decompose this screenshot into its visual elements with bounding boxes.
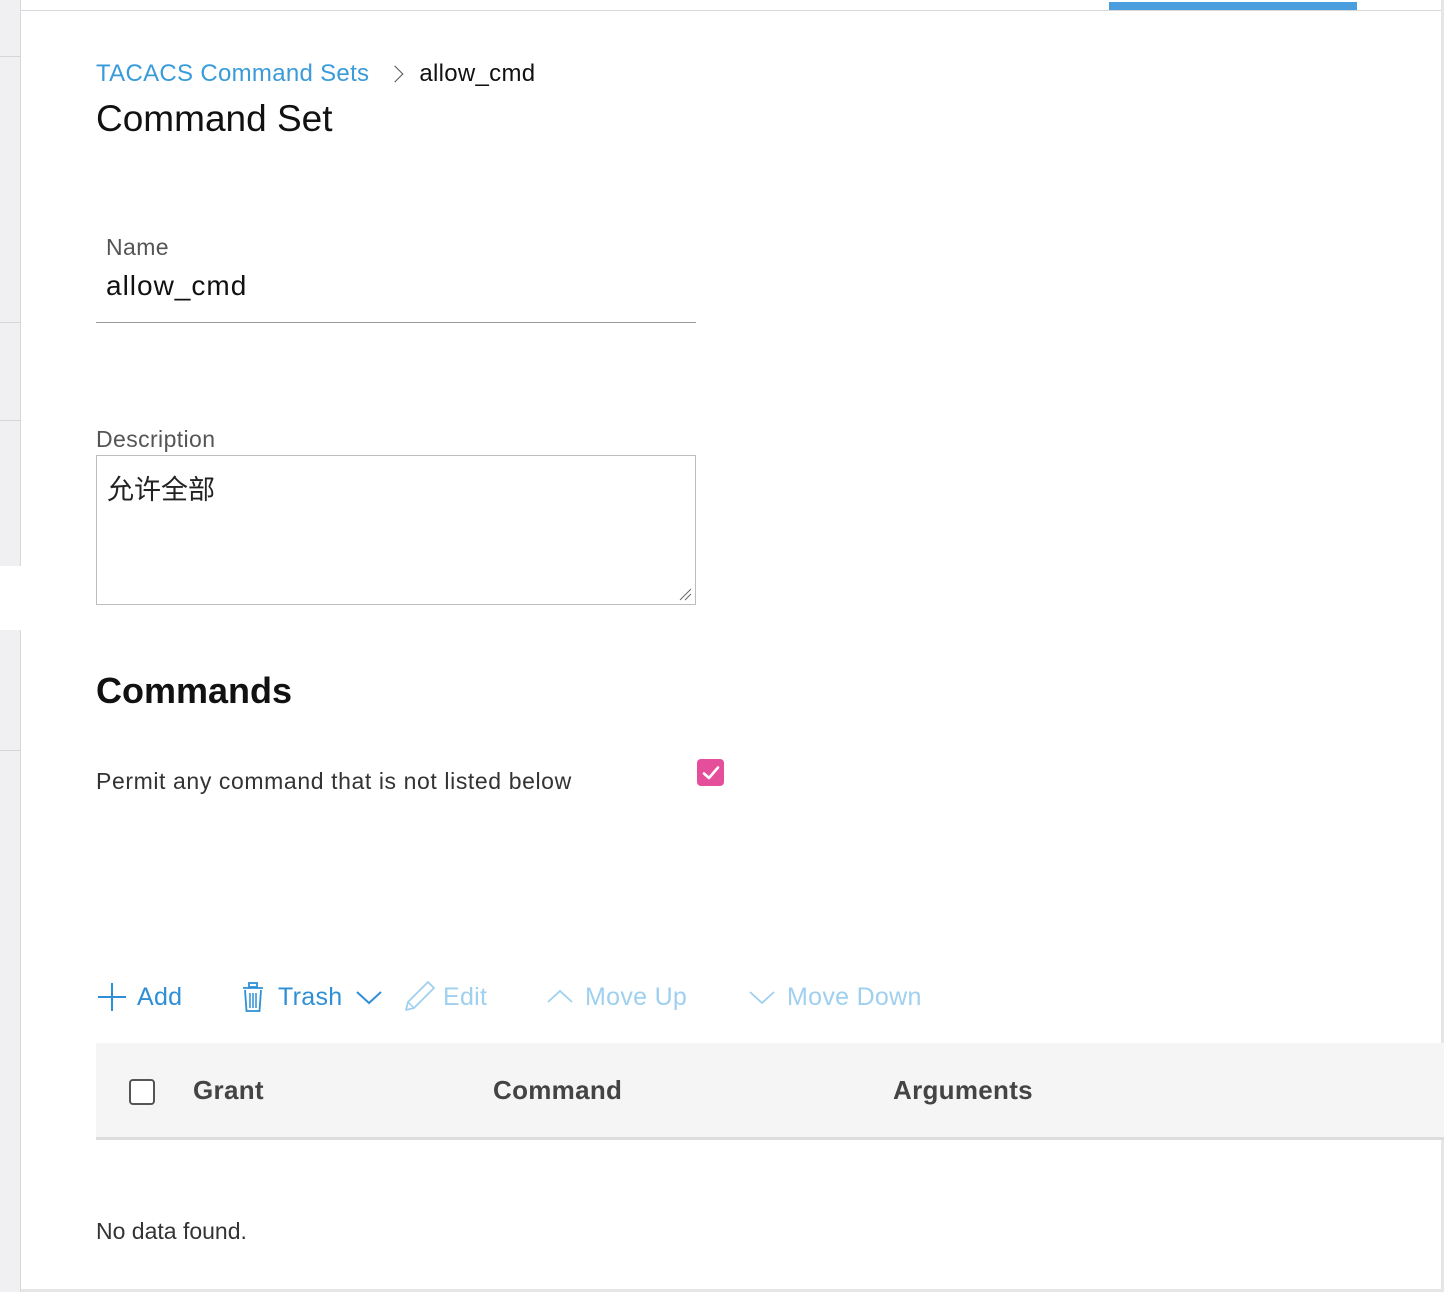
column-header-command[interactable]: Command: [493, 1075, 622, 1106]
rail-divider: [0, 420, 21, 421]
description-label: Description: [96, 426, 216, 452]
name-label: Name: [106, 234, 169, 260]
name-field: Name: [96, 234, 696, 323]
active-tab-indicator[interactable]: [1109, 2, 1357, 10]
chevron-down-icon: [749, 991, 775, 1005]
select-all-checkbox[interactable]: [129, 1079, 155, 1105]
rail-divider: [0, 322, 21, 323]
table-header: Grant Command Arguments: [96, 1043, 1444, 1140]
chevron-down-icon[interactable]: [355, 989, 383, 1005]
left-rail: [0, 0, 21, 1292]
commands-toolbar: Add Trash Edit Move Up Move Down: [96, 975, 996, 1019]
chevron-up-icon: [547, 989, 573, 1003]
breadcrumb-current: allow_cmd: [419, 60, 536, 87]
trash-label: Trash: [278, 982, 343, 1011]
trash-icon: [243, 982, 263, 1012]
move-down-label: Move Down: [787, 982, 922, 1011]
description-text: 允许全部: [107, 475, 215, 506]
permit-any-label: Permit any command that is not listed be…: [96, 768, 572, 794]
edit-button[interactable]: Edit: [402, 975, 487, 1019]
description-textarea[interactable]: 允许全部: [96, 455, 696, 605]
empty-table-message: No data found.: [96, 1218, 247, 1244]
move-up-label: Move Up: [585, 982, 688, 1011]
trash-button[interactable]: Trash: [242, 975, 383, 1019]
column-header-arguments[interactable]: Arguments: [893, 1075, 1033, 1106]
pencil-icon: [405, 981, 435, 1011]
rail-active-item[interactable]: [0, 566, 21, 630]
permit-any-checkbox[interactable]: [697, 759, 724, 786]
rail-divider: [0, 750, 21, 751]
page-title: Command Set: [96, 98, 333, 139]
plus-icon: [98, 983, 126, 1011]
top-tab-strip: [21, 0, 1444, 11]
rail-divider: [0, 56, 21, 57]
commands-table: Grant Command Arguments: [96, 1043, 1444, 1140]
check-icon: [702, 765, 719, 779]
name-input[interactable]: [106, 266, 686, 306]
column-header-grant[interactable]: Grant: [193, 1075, 264, 1106]
add-button[interactable]: Add: [96, 975, 182, 1019]
move-up-button[interactable]: Move Up: [546, 975, 687, 1019]
edit-label: Edit: [443, 982, 488, 1011]
resize-grip-icon[interactable]: [678, 587, 692, 601]
add-label: Add: [137, 982, 183, 1011]
breadcrumb-parent-link[interactable]: TACACS Command Sets: [96, 60, 369, 88]
commands-section-title: Commands: [96, 670, 293, 711]
chevron-right-icon: [386, 65, 404, 83]
move-down-button[interactable]: Move Down: [748, 975, 922, 1019]
breadcrumb: TACACS Command Sets allow_cmd: [96, 60, 535, 88]
